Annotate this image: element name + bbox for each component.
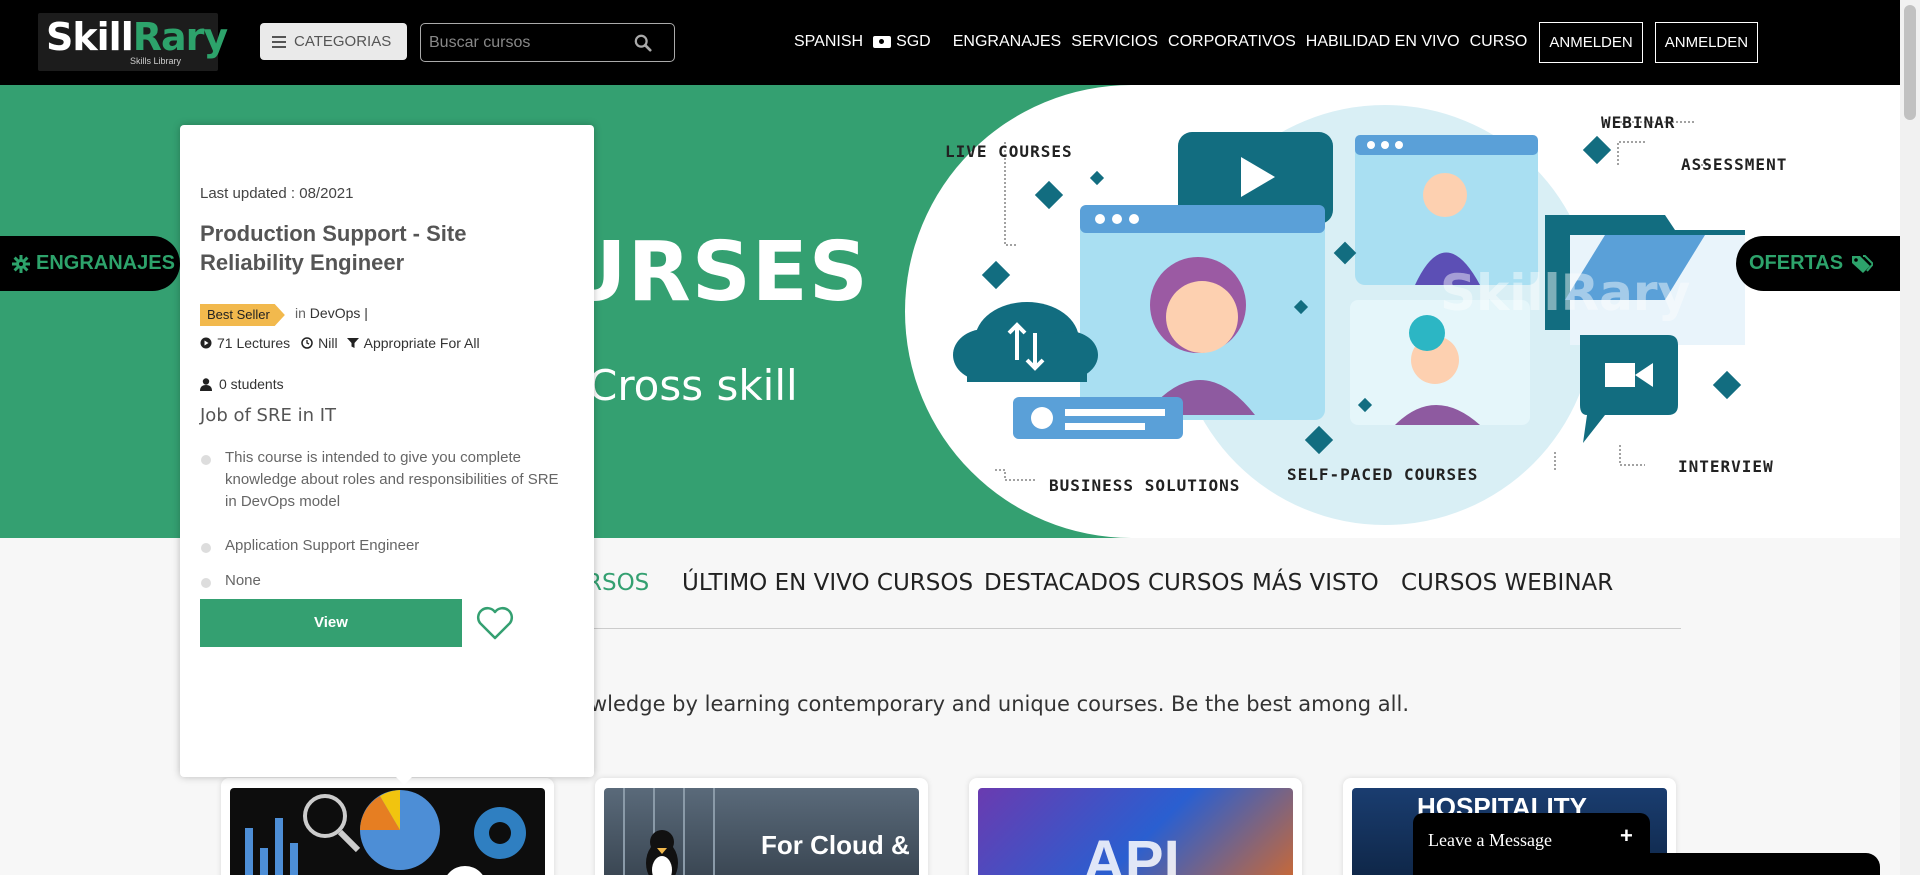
section-tagline: wledge by learning contemporary and uniq… [590, 692, 1409, 716]
money-icon [873, 36, 892, 48]
nav-item-habilidad-en-vivo[interactable]: HABILIDAD EN VIVO [1306, 33, 1460, 51]
user-icon [200, 377, 212, 391]
categories-label: CATEGORIAS [294, 33, 392, 50]
top-header: SkillRary Skills Library CATEGORIAS SPAN… [0, 0, 1900, 85]
chat-widget[interactable]: Leave a Message + [1413, 813, 1650, 875]
gear-icon [12, 254, 30, 273]
nav-item-engranajes[interactable]: ENGRANAJES [953, 33, 1061, 51]
categories-button[interactable]: CATEGORIAS [260, 23, 407, 60]
course-card-image: For Cloud & [604, 788, 919, 875]
logo-subtitle: Skills Library [130, 56, 182, 66]
course-duration: Nill [318, 335, 338, 351]
course-card-image: API [978, 788, 1293, 875]
banner-watermark: SkillRary [1440, 264, 1690, 322]
label-business-solutions: BUSINESS SOLUTIONS [1049, 476, 1241, 495]
search-input[interactable] [429, 31, 629, 55]
hamburger-icon [272, 35, 286, 48]
course-card-3[interactable]: API [969, 778, 1302, 875]
skillrary-logo[interactable]: SkillRary Skills Library [38, 13, 228, 71]
heart-icon[interactable] [475, 605, 515, 641]
view-course-button[interactable]: View [200, 599, 462, 647]
banner-title: URSES [560, 225, 869, 320]
label-webinar: WEBINAR [1601, 113, 1676, 132]
nav-item-curso[interactable]: CURSO [1470, 33, 1528, 51]
tab-mas-visto[interactable]: MÁS VISTO [1252, 570, 1379, 596]
label-self-paced-courses: SELF-PACED COURSES [1287, 465, 1479, 484]
tags-icon [1852, 254, 1874, 273]
search-box [420, 23, 675, 62]
nav-item-corporativos[interactable]: CORPORATIVOS [1168, 33, 1296, 51]
page-scrollbar[interactable] [1900, 0, 1920, 875]
login-button-1[interactable]: ANMELDEN [1539, 21, 1643, 63]
filter-icon [346, 338, 359, 348]
course-level: Appropriate For All [363, 335, 480, 351]
bullet-icon [201, 543, 211, 553]
engranajes-side-tab[interactable]: ENGRANAJES [0, 236, 180, 291]
course-meta: 71 Lectures Nill Appropriate For All [200, 335, 480, 351]
ofertas-tab-label: OFERTAS [1749, 252, 1844, 274]
scroll-thumb[interactable] [1904, 5, 1916, 120]
best-seller-badge: Best Seller [200, 304, 285, 326]
bullet-icon [201, 455, 211, 465]
chat-expand-icon[interactable]: + [1620, 823, 1633, 849]
tabs-divider [575, 628, 1681, 629]
currency-label: SGD [896, 33, 931, 50]
engranajes-tab-label: ENGRANAJES [36, 252, 175, 274]
bullet-icon [201, 578, 211, 588]
last-updated: Last updated : 08/2021 [200, 185, 354, 202]
tab-cursos[interactable]: RSOS [586, 570, 649, 596]
clock-icon [301, 337, 313, 349]
logo-text: SkillRary [46, 15, 228, 59]
nav-language[interactable]: SPANISH [794, 33, 863, 51]
course-card-2-text: For Cloud & [761, 830, 910, 860]
ofertas-side-tab[interactable]: OFERTAS [1736, 236, 1900, 291]
nav-currency[interactable]: SGD [873, 33, 931, 51]
main-nav: SPANISH SGD ENGRANAJES SERVICIOS CORPORA… [794, 21, 1768, 63]
nav-item-servicios[interactable]: SERVICIOS [1071, 33, 1158, 51]
banner-subtitle: Cross skill [588, 361, 798, 410]
course-subtitle: Job of SRE in IT [200, 405, 337, 426]
label-live-courses: LIVE COURSES [945, 142, 1073, 161]
label-interview: INTERVIEW [1678, 457, 1774, 476]
tab-cursos-webinar[interactable]: CURSOS WEBINAR [1401, 570, 1613, 596]
course-card-image [230, 788, 545, 875]
lectures-count: 71 Lectures [217, 335, 291, 351]
course-preview-popup: Last updated : 08/2021 Production Suppor… [180, 125, 594, 777]
course-category-line: in DevOps | [295, 305, 368, 321]
tab-destacados[interactable]: DESTACADOS CURSOS [984, 570, 1244, 596]
popup-pointer [392, 773, 416, 785]
analytics-image [245, 790, 526, 875]
course-card-3-text: API [1083, 829, 1180, 875]
course-card-2[interactable]: For Cloud & [595, 778, 928, 875]
chat-label: Leave a Message [1428, 830, 1552, 850]
course-title[interactable]: Production Support - Site Reliability En… [200, 219, 570, 277]
course-category-link[interactable]: DevOps [310, 305, 361, 321]
students-count-row: 0 students [200, 376, 284, 392]
search-icon[interactable] [634, 34, 652, 52]
login-button-2[interactable]: ANMELDEN [1654, 21, 1759, 63]
students-count: 0 students [219, 376, 284, 392]
label-assessment: ASSESSMENT [1681, 155, 1788, 174]
play-circle-icon [200, 337, 212, 349]
tab-ultimo-en-vivo[interactable]: ÚLTIMO EN VIVO CURSOS [682, 570, 973, 596]
course-card-1[interactable] [221, 778, 554, 875]
